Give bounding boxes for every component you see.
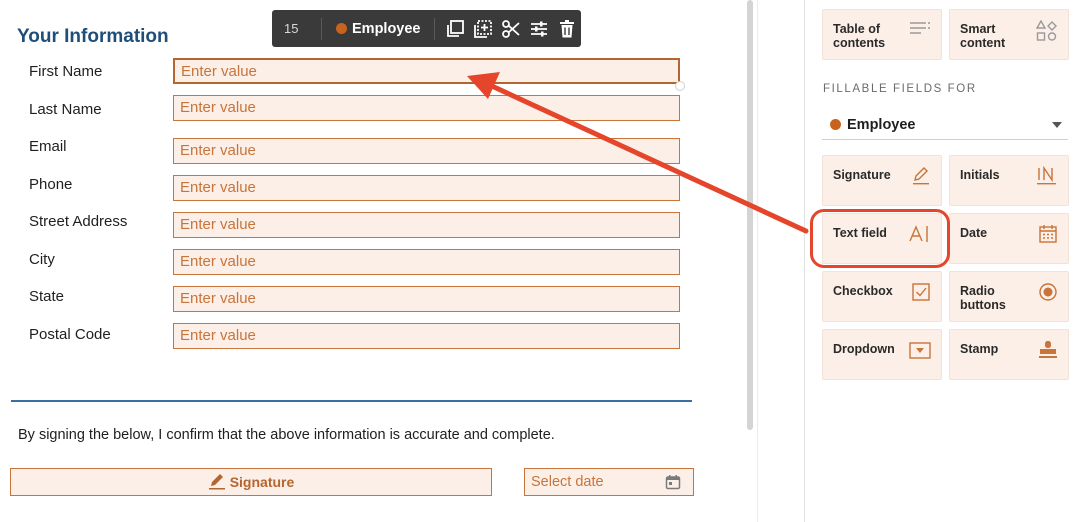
chevron-down-icon <box>1052 122 1062 128</box>
radio-icon <box>1038 282 1058 307</box>
role-dropdown[interactable]: Employee <box>822 110 1068 140</box>
tile-label: Table of <box>833 22 880 36</box>
date-placeholder: Select date <box>531 474 604 490</box>
street-address-label: Street Address <box>29 213 128 230</box>
pen-icon <box>911 166 931 191</box>
signature-field[interactable]: Signature <box>10 468 492 496</box>
city-field[interactable]: Enter value <box>173 249 680 275</box>
city-label: City <box>29 251 55 268</box>
section-title: Your Information <box>17 26 169 47</box>
checkbox-tile[interactable]: Checkbox <box>822 271 942 322</box>
signature-tile[interactable]: Signature <box>822 155 942 206</box>
email-field[interactable]: Enter value <box>173 138 680 164</box>
phone-label: Phone <box>29 176 73 193</box>
cut-icon[interactable] <box>497 15 525 43</box>
tile-label-line2: buttons <box>960 298 1006 312</box>
calendar-icon <box>665 474 681 494</box>
postal-code-label: Postal Code <box>29 326 111 343</box>
checkbox-icon <box>911 282 931 307</box>
tile-label-line2: contents <box>833 36 886 50</box>
first-name-field[interactable]: Enter value <box>173 58 680 84</box>
tile-label: Checkbox <box>833 284 893 298</box>
stamp-icon <box>1038 340 1058 365</box>
field-toolbar: 15 Employee <box>272 10 581 47</box>
date-field[interactable]: Select date <box>524 468 694 496</box>
field-resize-handle[interactable] <box>675 81 685 91</box>
delete-icon[interactable] <box>553 15 581 43</box>
table-of-contents-tile[interactable]: Table of contents <box>822 9 942 60</box>
stamp-tile[interactable]: Stamp <box>949 329 1069 380</box>
settings-sliders-icon[interactable] <box>525 15 553 43</box>
document-canvas: Your Information First Name Enter value … <box>0 0 742 522</box>
date-tile[interactable]: Date <box>949 213 1069 264</box>
signature-label: Signature <box>229 474 295 490</box>
last-name-field[interactable]: Enter value <box>173 95 680 121</box>
initials-tile[interactable]: Initials <box>949 155 1069 206</box>
email-label: Email <box>29 138 67 155</box>
section-divider <box>11 400 692 402</box>
shapes-icon <box>1035 19 1058 47</box>
phone-field[interactable]: Enter value <box>173 175 680 201</box>
state-label: State <box>29 288 65 305</box>
toolbar-role[interactable]: Employee <box>322 21 434 37</box>
initials-icon <box>1036 165 1058 191</box>
role-dropdown-value: Employee <box>847 116 916 133</box>
panel-gutter <box>757 0 804 522</box>
role-dot-icon <box>830 119 841 130</box>
toolbar-role-label: Employee <box>352 20 421 37</box>
postal-code-field[interactable]: Enter value <box>173 323 680 349</box>
fillable-fields-header: FILLABLE FIELDS FOR <box>823 83 977 95</box>
tile-label: Stamp <box>960 342 999 356</box>
tile-label: Date <box>960 226 988 240</box>
tile-label: Signature <box>833 168 891 182</box>
dropdown-icon <box>909 340 931 365</box>
toolbar-separator <box>434 17 435 40</box>
text-field-highlight <box>810 209 950 268</box>
state-field[interactable]: Enter value <box>173 286 680 312</box>
tile-label: Initials <box>960 168 1000 182</box>
last-name-label: Last Name <box>29 101 102 118</box>
tile-label: Dropdown <box>833 342 895 356</box>
duplicate-icon[interactable] <box>441 15 469 43</box>
street-address-field[interactable]: Enter value <box>173 212 680 238</box>
role-dot-icon <box>336 23 347 34</box>
tile-label: Smart <box>960 22 996 36</box>
tile-label-line2: content <box>960 36 1006 50</box>
radio-buttons-tile[interactable]: Radio buttons <box>949 271 1069 322</box>
tile-label: Radio <box>960 284 995 298</box>
list-lines-icon <box>909 20 931 43</box>
pen-icon <box>208 472 226 493</box>
scrollbar-thumb[interactable] <box>747 0 753 430</box>
dropdown-tile[interactable]: Dropdown <box>822 329 942 380</box>
confirm-statement: By signing the below, I confirm that the… <box>18 427 555 443</box>
field-number: 15 <box>272 17 322 40</box>
smart-content-tile[interactable]: Smart content <box>949 9 1069 60</box>
first-name-label: First Name <box>29 63 103 80</box>
add-field-icon[interactable] <box>469 15 497 43</box>
calendar-icon <box>1038 224 1058 249</box>
